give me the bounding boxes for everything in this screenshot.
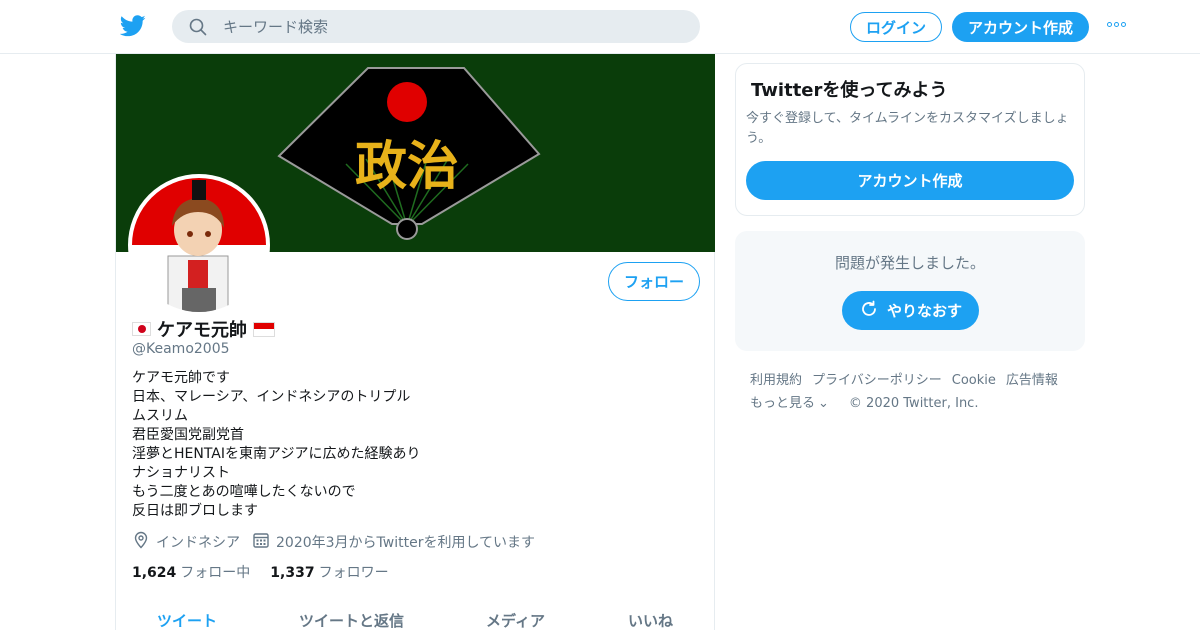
footer-more-link[interactable]: もっと見る ⌄: [750, 392, 839, 415]
bio-line: ケアモ元帥です: [132, 370, 230, 386]
profile-name-row: ケアモ元帥: [132, 316, 275, 342]
profile-column: 政治 フォロー ケアモ元帥 @Keamo2005 ケアモ元帥です 日本、マレーシ…: [115, 54, 715, 630]
bio-line: 反日は即ブロします: [132, 503, 258, 519]
error-message: 問題が発生しました。: [834, 254, 985, 272]
following-count: 1,624: [132, 565, 177, 581]
profile-location: インドネシア: [156, 535, 240, 551]
retry-button[interactable]: やりなおす: [842, 291, 979, 330]
profile-handle[interactable]: @Keamo2005: [132, 341, 230, 357]
bio-line: 淫夢とHENTAIを東南アジアに広めた経験あり: [132, 446, 421, 462]
profile-name: ケアモ元帥: [157, 320, 247, 341]
footer-more-label: もっと見る: [750, 396, 816, 411]
chevron-down-icon: ⌄: [818, 396, 829, 411]
followers-stat[interactable]: 1,337 フォロワー: [270, 562, 388, 582]
promo-signup-button[interactable]: アカウント作成: [746, 161, 1074, 200]
follow-button[interactable]: フォロー: [608, 262, 700, 301]
more-options-icon[interactable]: [1107, 22, 1126, 27]
location-pin-icon: [132, 531, 150, 553]
refresh-icon: [859, 299, 879, 323]
search-input[interactable]: キーワード検索: [223, 16, 328, 37]
bio-line: もう二度とあの喧嘩したくないので: [132, 484, 356, 500]
footer-link-privacy[interactable]: プライバシーポリシー: [812, 369, 942, 392]
following-stat[interactable]: 1,624 フォロー中: [132, 562, 250, 582]
tab-tweets-and-replies[interactable]: ツイートと返信: [299, 610, 404, 630]
error-card: 問題が発生しました。 やりなおす: [735, 231, 1085, 351]
following-label: フォロー中: [180, 565, 251, 581]
bio-line: 君臣愛国党副党首: [132, 427, 244, 443]
followers-label: フォロワー: [318, 565, 389, 581]
promo-title: Twitterを使ってみよう: [751, 80, 948, 101]
tab-tweets[interactable]: ツイート: [157, 610, 217, 630]
bio-line: ナショナリスト: [132, 465, 230, 481]
banner-text: 政治: [355, 136, 459, 197]
footer-link-ads[interactable]: 広告情報: [1006, 369, 1058, 392]
japan-flag-icon: [132, 322, 151, 336]
calendar-icon: [252, 531, 270, 553]
twitter-bird-icon[interactable]: [119, 14, 146, 38]
footer-links: 利用規約 プライバシーポリシー Cookie 広告情報 もっと見る ⌄ © 202…: [750, 369, 1090, 415]
profile-stats: 1,624 フォロー中 1,337 フォロワー: [132, 562, 409, 582]
top-navigation-bar: キーワード検索 ログイン アカウント作成: [0, 0, 1200, 54]
login-button[interactable]: ログイン: [850, 12, 942, 42]
footer-link-cookie[interactable]: Cookie: [952, 369, 996, 392]
followers-count: 1,337: [270, 565, 315, 581]
search-icon: [188, 17, 208, 37]
tab-media[interactable]: メディア: [486, 610, 545, 630]
profile-meta: インドネシア 2020年3月からTwitterを利用しています: [132, 531, 547, 553]
bio-line: ムスリム: [132, 408, 188, 424]
bio-line: 日本、マレーシア、インドネシアのトリプル: [132, 389, 411, 405]
profile-joined-date: 2020年3月からTwitterを利用しています: [276, 535, 536, 551]
footer-link-terms[interactable]: 利用規約: [750, 369, 802, 392]
profile-tabs: ツイート ツイートと返信 メディア いいね: [116, 610, 714, 630]
signup-promo-card: Twitterを使ってみよう 今すぐ登録して、タイムラインをカスタマイズしましょ…: [735, 63, 1085, 216]
promo-description: 今すぐ登録して、タイムラインをカスタマイズしましょう。: [746, 111, 1069, 146]
footer-copyright: © 2020 Twitter, Inc.: [848, 396, 979, 411]
search-box[interactable]: キーワード検索: [172, 10, 700, 43]
profile-bio: ケアモ元帥です 日本、マレーシア、インドネシアのトリプル ムスリム 君臣愛国党副…: [132, 369, 692, 521]
signup-button[interactable]: アカウント作成: [952, 12, 1089, 42]
tab-likes[interactable]: いいね: [628, 610, 673, 630]
profile-avatar[interactable]: [128, 174, 270, 316]
retry-label: やりなおす: [886, 302, 962, 320]
indonesia-flag-icon: [253, 321, 275, 337]
